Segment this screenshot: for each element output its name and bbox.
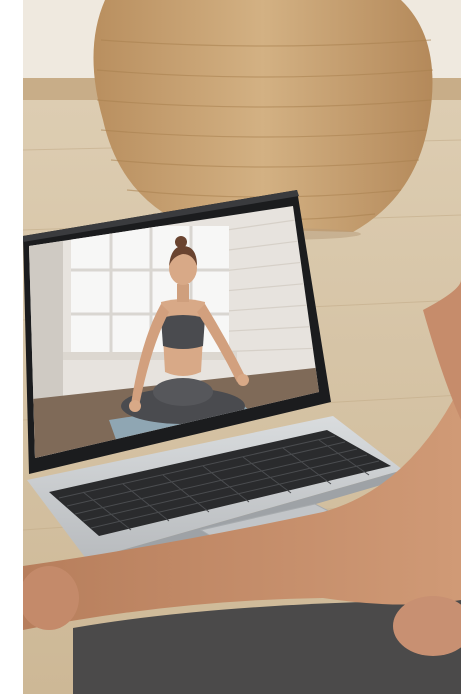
photo-scene <box>23 0 461 694</box>
photo <box>23 0 461 694</box>
